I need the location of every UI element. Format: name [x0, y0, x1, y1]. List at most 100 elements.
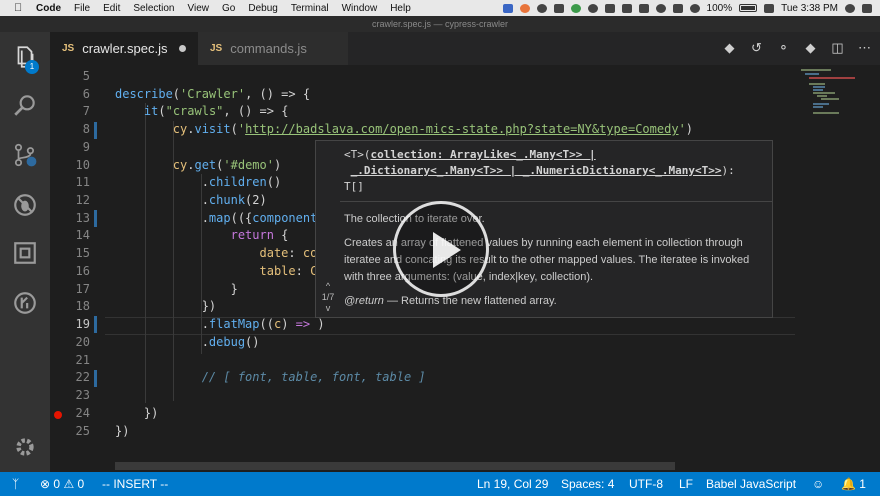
- minimap-line: [813, 92, 835, 94]
- line-number: 16: [75, 264, 90, 278]
- line-number: 5: [82, 69, 90, 83]
- menu-view[interactable]: View: [188, 3, 210, 14]
- code-line-25: }): [115, 424, 130, 438]
- code-line-22: // [ font, table, font, table ]: [115, 370, 426, 384]
- wifi-icon[interactable]: [689, 3, 700, 13]
- tray-evernote-icon[interactable]: [570, 3, 581, 13]
- clock[interactable]: Tue 3:38 PM: [781, 3, 838, 14]
- spotlight-icon[interactable]: [845, 3, 855, 13]
- git-compare-icon[interactable]: ◆: [722, 40, 737, 55]
- tray-message-icon[interactable]: [604, 3, 615, 13]
- error-count: 0: [53, 477, 61, 491]
- search-button[interactable]: [0, 82, 50, 128]
- git-modified-marker[interactable]: [94, 210, 97, 227]
- tray-app-icon[interactable]: [502, 3, 513, 13]
- minimap[interactable]: [795, 65, 880, 472]
- menu-file[interactable]: File: [74, 3, 90, 14]
- menu-app-name[interactable]: Code: [36, 3, 61, 14]
- split-editor-icon[interactable]: ◫: [830, 40, 845, 55]
- line-number: 18: [75, 299, 90, 313]
- tray-display-icon[interactable]: [638, 3, 649, 13]
- window-title: crawler.spec.js — cypress-crawler: [0, 16, 880, 32]
- menubar-status-area: 100% Tue 3:38 PM: [502, 0, 872, 16]
- tray-window-icon[interactable]: [553, 3, 564, 13]
- notification-center-icon[interactable]: [862, 3, 872, 13]
- code-line-14: return {: [230, 228, 289, 242]
- git-blame-icon[interactable]: ◆: [803, 40, 818, 55]
- line-number: 14: [75, 228, 90, 242]
- hover-widget[interactable]: ^ 1/7 v <T>(collection: ArrayLike<_.Many…: [315, 140, 773, 318]
- menu-edit[interactable]: Edit: [103, 3, 120, 14]
- git-history-icon[interactable]: ↺: [749, 40, 764, 55]
- line-ending[interactable]: LF: [679, 476, 693, 492]
- code-line-6: describe('Crawler', () => {: [115, 87, 311, 101]
- tab-bar: JS crawler.spec.js JS commands.js ◆ ↺ ⚬ …: [50, 32, 880, 65]
- bluetooth-icon[interactable]: [672, 3, 683, 13]
- line-number: 13: [75, 211, 90, 225]
- flag-icon[interactable]: [764, 3, 775, 13]
- active-parameter: collection: ArrayLike<_.Many<T>> |: [370, 148, 596, 161]
- horizontal-scrollbar[interactable]: [115, 462, 675, 470]
- menu-go[interactable]: Go: [222, 3, 235, 14]
- tray-timemachine-icon[interactable]: [655, 3, 666, 13]
- no-bug-icon: [14, 194, 36, 216]
- active-parameter-cont: _.Dictionary<_.Many<T>> | _.NumericDicti…: [350, 164, 722, 177]
- breakpoint-icon[interactable]: [54, 411, 62, 419]
- menu-debug[interactable]: Debug: [248, 3, 277, 14]
- play-icon[interactable]: [393, 201, 489, 297]
- return-type: T[]: [344, 180, 364, 193]
- tray-cloud-icon[interactable]: [621, 3, 632, 13]
- previous-overload-icon[interactable]: ^: [320, 281, 336, 292]
- code-line-16: table: C: [259, 264, 318, 278]
- explorer-button[interactable]: 1: [0, 34, 50, 80]
- debug-button[interactable]: [0, 182, 50, 228]
- indentation[interactable]: Spaces: 4: [561, 476, 614, 492]
- menu-selection[interactable]: Selection: [133, 3, 174, 14]
- git-modified-marker[interactable]: [94, 122, 97, 139]
- bell-icon: 🔔: [841, 477, 856, 491]
- feedback-smiley-icon[interactable]: ☺: [812, 476, 824, 492]
- minimap-line: [817, 95, 827, 97]
- minimap-line: [801, 69, 831, 71]
- cursor-position[interactable]: Ln 19, Col 29: [477, 476, 548, 492]
- menu-help[interactable]: Help: [390, 3, 411, 14]
- git-branch-icon[interactable]: ᛉ: [12, 476, 19, 492]
- more-actions-icon[interactable]: ⋯: [857, 40, 872, 55]
- problems-indicator[interactable]: ⊗ 0 ⚠ 0: [40, 476, 84, 492]
- settings-button[interactable]: [0, 424, 50, 470]
- git-modified-marker[interactable]: [94, 316, 97, 333]
- menu-terminal[interactable]: Terminal: [291, 3, 329, 14]
- git-lens-button[interactable]: [0, 280, 50, 326]
- line-number: 12: [75, 193, 90, 207]
- menu-window[interactable]: Window: [342, 3, 378, 14]
- notifications-button[interactable]: 🔔 1: [841, 476, 866, 492]
- extensions-button[interactable]: [0, 230, 50, 276]
- battery-icon[interactable]: [739, 4, 758, 12]
- notification-count: 1: [859, 477, 866, 491]
- return-tag: @return: [344, 295, 384, 307]
- js-file-icon: JS: [210, 43, 223, 54]
- tray-pin-icon[interactable]: [536, 3, 547, 13]
- git-commit-icon[interactable]: ⚬: [776, 40, 791, 55]
- minimap-line: [813, 89, 823, 91]
- encoding[interactable]: UTF-8: [629, 476, 663, 492]
- git-modified-marker[interactable]: [94, 370, 97, 387]
- apple-menu-icon[interactable]: : [14, 2, 36, 14]
- source-control-button[interactable]: [0, 132, 50, 178]
- tab-crawler-spec[interactable]: JS crawler.spec.js: [50, 32, 198, 65]
- tab-commands[interactable]: JS commands.js: [198, 32, 348, 65]
- macos-menubar:  Code File Edit Selection View Go Debug…: [0, 0, 880, 16]
- line-number: 10: [75, 158, 90, 172]
- battery-percent[interactable]: 100%: [707, 3, 733, 14]
- line-number: 25: [75, 424, 90, 438]
- source-control-icon: [14, 143, 37, 167]
- minimap-line: [813, 106, 823, 108]
- unsaved-dot-icon[interactable]: [179, 45, 187, 52]
- extensions-icon: [14, 242, 36, 264]
- code-line-8: cy.visit('http://badslava.com/open-mics-…: [172, 122, 694, 136]
- warning-icon: ⚠: [63, 477, 75, 491]
- next-overload-icon[interactable]: v: [320, 303, 336, 314]
- tray-sync-icon[interactable]: [519, 3, 530, 13]
- language-mode[interactable]: Babel JavaScript: [706, 476, 796, 492]
- tray-check-icon[interactable]: [587, 3, 598, 13]
